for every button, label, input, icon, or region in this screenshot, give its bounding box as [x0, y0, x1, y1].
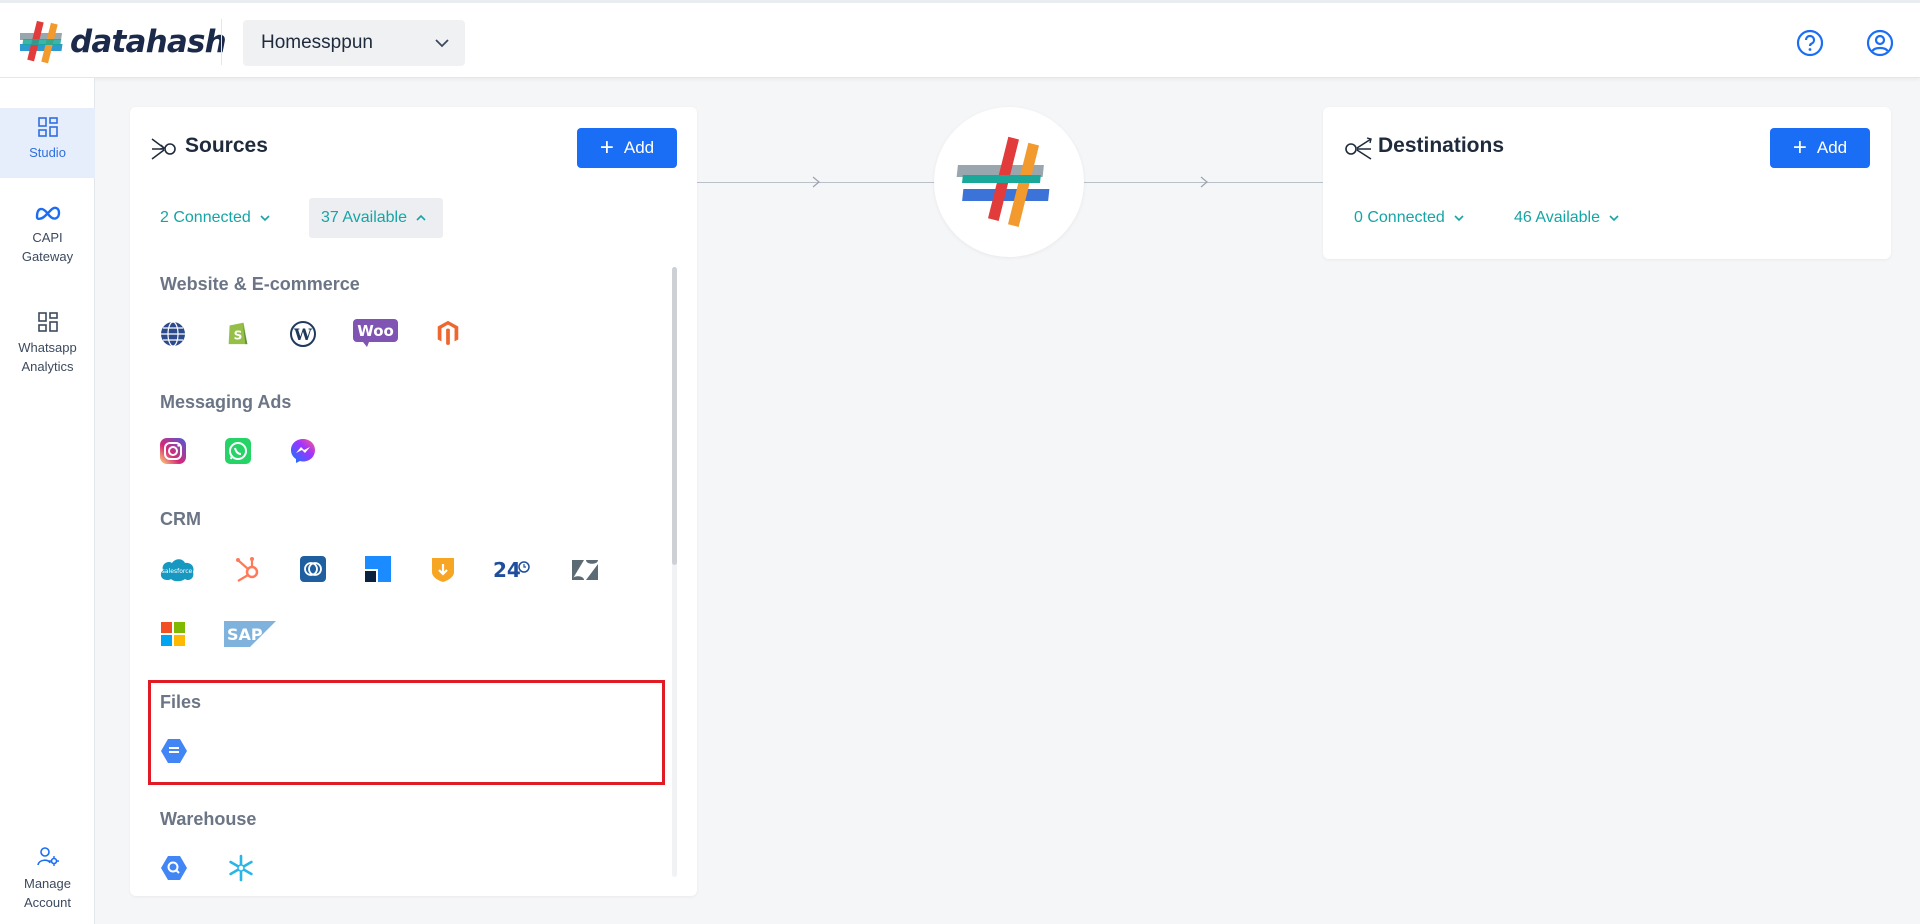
magento-icon[interactable] — [434, 319, 462, 347]
workspace-name: Homessppun — [261, 32, 373, 53]
sap-text: SAP — [227, 625, 263, 644]
sap-icon[interactable]: SAP — [224, 621, 276, 647]
destinations-icon — [1345, 137, 1372, 160]
category-website-ecommerce: Website & E-commerce — [160, 274, 360, 294]
svg-text:W: W — [293, 325, 313, 344]
snowflake-icon[interactable] — [227, 854, 255, 882]
chevron-down-icon — [1454, 215, 1464, 222]
files-highlight-box — [148, 680, 665, 785]
logo-text: datahash — [70, 24, 227, 60]
freshsales-icon[interactable] — [364, 555, 392, 583]
whatsapp-icon[interactable] — [224, 437, 252, 465]
available-label: 46 Available — [1514, 209, 1600, 226]
sidebar-item-label: Manage Account — [24, 876, 71, 910]
chevron-down-icon — [260, 215, 270, 222]
datahash-hub — [934, 107, 1084, 257]
header-divider — [221, 19, 222, 65]
microsoft-icon[interactable] — [159, 620, 187, 648]
category-warehouse: Warehouse — [160, 809, 257, 829]
datahash-logo[interactable]: datahash — [20, 19, 227, 65]
scrollbar-thumb[interactable] — [672, 267, 677, 565]
chevron-up-icon — [416, 214, 426, 221]
add-source-button[interactable]: + Add — [577, 128, 677, 168]
sidebar-item-studio[interactable]: Studio — [0, 108, 95, 178]
destinations-available-dropdown[interactable]: 46 Available — [1502, 198, 1632, 238]
grid-icon — [37, 117, 58, 137]
crm-24-icon[interactable]: 24 — [493, 556, 531, 582]
grid-icon — [37, 312, 58, 332]
help-circle-icon[interactable] — [1795, 28, 1825, 58]
crm-24-text: 24 — [493, 558, 521, 582]
zoho-icon[interactable] — [299, 555, 327, 583]
sidebar-item-capi-gateway[interactable]: CAPI Gateway — [0, 204, 95, 266]
datahash-hash-icon — [956, 136, 1050, 227]
svg-text:salesforce: salesforce — [162, 568, 193, 575]
sources-connected-dropdown[interactable]: 2 Connected — [148, 198, 283, 238]
hubspot-icon[interactable] — [234, 555, 262, 583]
chevron-down-icon — [1609, 215, 1619, 222]
instagram-icon[interactable] — [159, 437, 187, 465]
add-destination-button[interactable]: + Add — [1770, 128, 1870, 168]
destinations-title: Destinations — [1378, 134, 1505, 157]
arrow-right-icon — [812, 176, 820, 188]
globe-icon[interactable] — [159, 320, 187, 348]
woo-text: Woo — [357, 322, 394, 340]
sidebar-item-whatsapp-analytics[interactable]: Whatsapp Analytics — [0, 312, 95, 376]
available-label: 37 Available — [321, 209, 407, 226]
wordpress-icon[interactable]: W — [289, 320, 317, 348]
sidebar-item-label: Whatsapp Analytics — [18, 340, 77, 374]
workspace-selector[interactable]: Homessppun — [243, 20, 465, 66]
sidebar: Studio CAPI Gateway Whatsapp Analytics M… — [0, 78, 95, 924]
sidebar-item-manage-account[interactable]: Manage Account — [0, 846, 95, 912]
category-messaging-ads: Messaging Ads — [160, 392, 292, 412]
woocommerce-icon[interactable]: Woo — [353, 319, 398, 347]
salesforce-icon[interactable]: salesforce — [159, 556, 195, 582]
plus-icon: + — [1792, 134, 1807, 161]
svg-text:S: S — [234, 328, 243, 342]
user-circle-icon[interactable] — [1865, 28, 1895, 58]
chevron-down-icon — [435, 39, 449, 48]
sidebar-item-label: Studio — [29, 145, 66, 160]
category-crm: CRM — [160, 509, 201, 529]
destinations-connected-dropdown[interactable]: 0 Connected — [1342, 198, 1477, 238]
sources-icon — [151, 138, 176, 160]
add-label: Add — [1816, 138, 1848, 157]
connected-label: 2 Connected — [160, 209, 251, 226]
google-sheets-icon[interactable] — [160, 737, 188, 765]
category-files: Files — [160, 692, 202, 712]
bigquery-icon[interactable] — [160, 854, 188, 882]
pipedrive-icon[interactable] — [429, 555, 457, 583]
arrow-right-icon — [1200, 176, 1208, 188]
zendesk-icon[interactable] — [571, 556, 599, 584]
sources-scrollbar[interactable] — [672, 267, 677, 877]
shopify-icon[interactable]: S — [224, 318, 252, 346]
sidebar-item-label: CAPI Gateway — [21, 230, 74, 264]
top-header: datahash Homessppun — [0, 0, 1920, 78]
messenger-icon[interactable] — [289, 437, 317, 465]
connected-label: 0 Connected — [1354, 209, 1445, 226]
plus-icon: + — [599, 134, 614, 161]
datahash-hash-icon — [20, 20, 63, 64]
sources-available-dropdown[interactable]: 37 Available — [309, 198, 443, 238]
sources-title: Sources — [185, 134, 268, 157]
add-label: Add — [623, 138, 655, 157]
user-settings-icon — [36, 847, 59, 866]
meta-icon — [35, 206, 60, 220]
